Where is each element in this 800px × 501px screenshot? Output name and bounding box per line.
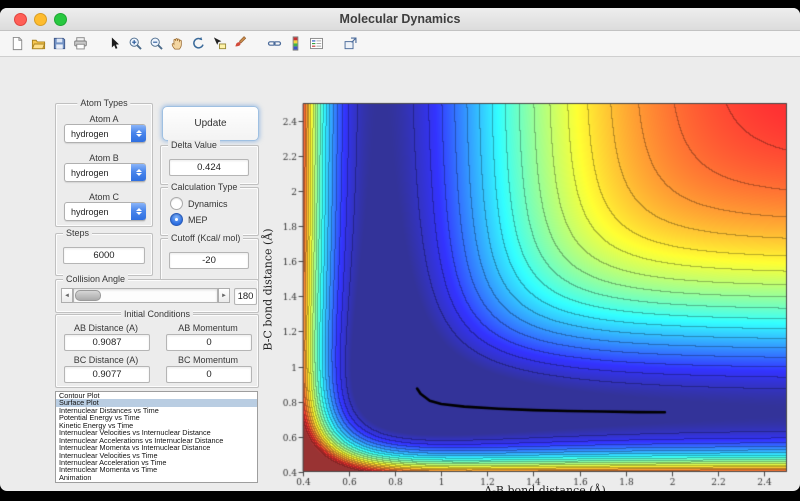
print-button[interactable] xyxy=(71,35,89,53)
link-chain-icon xyxy=(267,36,282,51)
slider-right-arrow[interactable] xyxy=(218,288,230,303)
pan-button[interactable] xyxy=(168,35,186,53)
atom-b-select[interactable]: hydrogen xyxy=(64,163,146,182)
steps-panel: Steps xyxy=(55,233,153,276)
new-file-icon xyxy=(10,36,25,51)
minimize-button[interactable] xyxy=(34,13,47,26)
collision-angle-panel: Collision Angle xyxy=(55,279,259,313)
save-floppy-icon xyxy=(52,36,67,51)
collision-angle-slider[interactable] xyxy=(73,288,218,303)
link-plots-button[interactable] xyxy=(265,35,283,53)
calc-option-mep[interactable]: MEP xyxy=(170,213,208,226)
zoom-in-button[interactable] xyxy=(126,35,144,53)
ab-distance-field[interactable] xyxy=(64,334,150,351)
legend-icon xyxy=(309,36,324,51)
rotate-3d-button[interactable] xyxy=(189,35,207,53)
radio-mep-icon[interactable] xyxy=(170,213,183,226)
new-file-button[interactable] xyxy=(8,35,26,53)
popup-stepper-icon xyxy=(131,203,146,220)
rotate-arrow-icon xyxy=(191,36,206,51)
atom-c-value: hydrogen xyxy=(65,207,131,217)
calculation-type-title: Calculation Type xyxy=(168,182,240,192)
plot-type-listbox[interactable]: Contour Plot Surface Plot Internuclear D… xyxy=(55,391,258,483)
atom-c-select[interactable]: hydrogen xyxy=(64,202,146,221)
zoom-button[interactable] xyxy=(54,13,67,26)
insert-colorbar-button[interactable] xyxy=(286,35,304,53)
slider-left-arrow[interactable] xyxy=(61,288,73,303)
steps-field[interactable] xyxy=(63,247,145,264)
atom-c-label: Atom C xyxy=(56,192,152,202)
titlebar[interactable]: Molecular Dynamics xyxy=(0,8,800,31)
zoom-out-icon xyxy=(149,36,164,51)
pes-plot: A-B bond distance (Å) B-C bond distance … xyxy=(273,94,797,491)
atom-a-label: Atom A xyxy=(56,114,152,124)
insert-legend-button[interactable] xyxy=(307,35,325,53)
bc-momentum-field[interactable] xyxy=(166,366,252,383)
atom-b-label: Atom B xyxy=(56,153,152,163)
save-button[interactable] xyxy=(50,35,68,53)
slider-thumb[interactable] xyxy=(75,290,101,301)
brush-button[interactable] xyxy=(231,35,249,53)
ab-momentum-label: AB Momentum xyxy=(160,323,256,333)
pointer-cursor-icon xyxy=(107,36,122,51)
zoom-in-icon xyxy=(128,36,143,51)
calc-option-dynamics[interactable]: Dynamics xyxy=(170,197,228,210)
window-title: Molecular Dynamics xyxy=(0,8,800,30)
initial-conditions-panel: Initial Conditions AB Distance (A) AB Mo… xyxy=(55,314,259,388)
ab-distance-label: AB Distance (A) xyxy=(58,323,154,333)
dock-figure-button[interactable] xyxy=(341,35,359,53)
plot-list-item[interactable]: Animation xyxy=(56,474,257,481)
open-file-button[interactable] xyxy=(29,35,47,53)
zoom-out-button[interactable] xyxy=(147,35,165,53)
dock-window-icon xyxy=(343,36,358,51)
bc-distance-field[interactable] xyxy=(64,366,150,383)
popup-stepper-icon xyxy=(131,164,146,181)
close-button[interactable] xyxy=(14,13,27,26)
radio-dynamics-icon[interactable] xyxy=(170,197,183,210)
delta-value-panel: Delta Value xyxy=(160,145,259,185)
atom-b-value: hydrogen xyxy=(65,168,131,178)
pes-contour-canvas xyxy=(273,94,797,491)
delta-value-title: Delta Value xyxy=(168,140,220,150)
cutoff-title: Cutoff (Kcal/ mol) xyxy=(168,233,243,243)
brush-icon xyxy=(233,36,248,51)
cutoff-field[interactable] xyxy=(169,252,249,269)
collision-angle-field[interactable] xyxy=(234,288,257,305)
atom-a-select[interactable]: hydrogen xyxy=(64,124,146,143)
edit-plot-button[interactable] xyxy=(105,35,123,53)
ab-momentum-field[interactable] xyxy=(166,334,252,351)
data-cursor-button[interactable] xyxy=(210,35,228,53)
popup-stepper-icon xyxy=(131,125,146,142)
bc-momentum-label: BC Momentum xyxy=(160,355,256,365)
screenshot-root: { "window": { "title": "Molecular Dynami… xyxy=(0,0,800,501)
open-folder-icon xyxy=(31,36,46,51)
collision-angle-title: Collision Angle xyxy=(63,274,128,284)
initial-conditions-title: Initial Conditions xyxy=(121,309,193,319)
calc-option-label: Dynamics xyxy=(188,199,228,209)
atom-types-title: Atom Types xyxy=(77,98,130,108)
pan-hand-icon xyxy=(170,36,185,51)
y-axis-label: B-C bond distance (Å) xyxy=(262,220,275,360)
delta-value-field[interactable] xyxy=(169,159,249,176)
figure-toolbar xyxy=(0,31,800,57)
printer-icon xyxy=(73,36,88,51)
content-area: Atom Types Atom A hydrogen Atom B hydrog… xyxy=(0,56,800,491)
calculation-type-panel: Calculation Type Dynamics MEP xyxy=(160,187,259,236)
update-button[interactable]: Update xyxy=(162,106,259,141)
atom-a-value: hydrogen xyxy=(65,129,131,139)
bc-distance-label: BC Distance (A) xyxy=(58,355,154,365)
colorbar-icon xyxy=(288,36,303,51)
x-axis-label: A-B bond distance (Å) xyxy=(303,484,787,491)
cutoff-panel: Cutoff (Kcal/ mol) xyxy=(160,238,259,281)
atom-types-panel: Atom Types Atom A hydrogen Atom B hydrog… xyxy=(55,103,153,227)
steps-title: Steps xyxy=(63,228,92,238)
app-window: Molecular Dynamics Atom Types Atom A hyd… xyxy=(0,8,800,491)
data-cursor-icon xyxy=(212,36,227,51)
calc-option-label: MEP xyxy=(188,215,208,225)
